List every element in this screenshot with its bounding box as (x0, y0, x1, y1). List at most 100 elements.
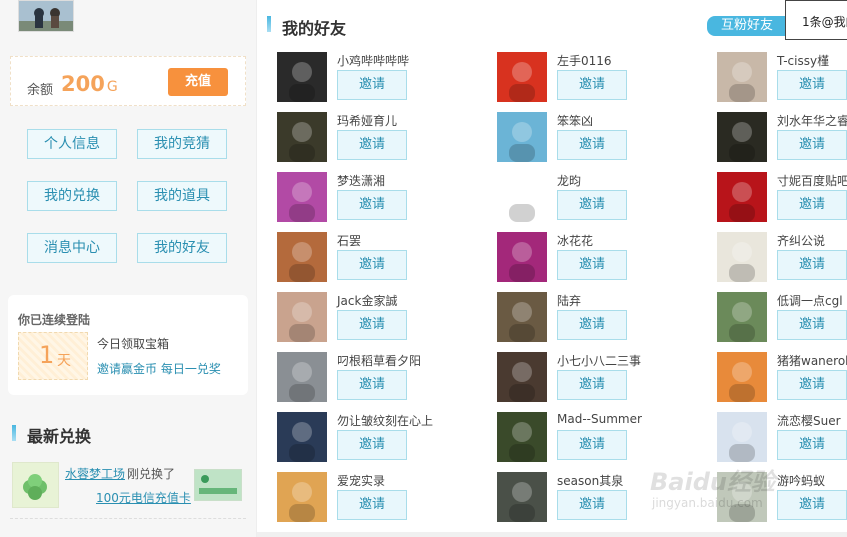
invite-button[interactable]: 邀请 (337, 490, 407, 520)
invite-button[interactable]: 邀请 (557, 130, 627, 160)
friend-name[interactable]: 勿让皱纹刻在心上 (337, 412, 433, 429)
friend-avatar[interactable] (497, 112, 547, 162)
menu-my-exchanges-button[interactable]: 我的兑换 (27, 181, 117, 211)
balance-box: 余额 200 G 充值 (10, 56, 246, 106)
latest-exchange-title: 最新兑换 (27, 427, 92, 446)
friend-avatar[interactable] (497, 352, 547, 402)
mutual-friends-tab[interactable]: 互粉好友 (707, 16, 787, 36)
invite-button[interactable]: 邀请 (337, 190, 407, 220)
friend-avatar[interactable] (497, 52, 547, 102)
friend-avatar[interactable] (277, 292, 327, 342)
telecom-card-image[interactable] (194, 469, 242, 501)
invite-button[interactable]: 邀请 (337, 430, 407, 460)
recharge-button[interactable]: 充值 (168, 68, 228, 96)
friend-name[interactable]: 小七小八二三事 (557, 352, 641, 369)
friend-avatar[interactable] (277, 472, 327, 522)
invite-button[interactable]: 邀请 (557, 370, 627, 400)
balance-amount: 200 G (61, 72, 118, 96)
friend-card: 寸妮百度贴吧 邀请 (717, 172, 847, 228)
invite-button[interactable]: 邀请 (777, 70, 847, 100)
invite-button[interactable]: 邀请 (337, 70, 407, 100)
invite-button[interactable]: 邀请 (777, 490, 847, 520)
login-streak-title: 你已连续登陆 (18, 313, 91, 327)
friend-name[interactable]: 石罢 (337, 232, 361, 249)
friend-card: 左手0116 邀请 (497, 52, 697, 108)
friend-card: 爱宠实录 邀请 (277, 472, 477, 528)
invite-reward-link[interactable]: 邀请赢金币 每日一兑奖 (97, 360, 221, 377)
friend-avatar[interactable] (497, 232, 547, 282)
friend-name[interactable]: 笨笨凶 (557, 112, 593, 129)
friend-name[interactable]: 小鸡哔哔哔哔 (337, 52, 409, 69)
friend-name[interactable]: season其泉 (557, 472, 623, 489)
friend-card: 猪猪wanerok 邀请 (717, 352, 847, 408)
friend-avatar[interactable] (717, 112, 767, 162)
friend-avatar[interactable] (717, 172, 767, 222)
friend-avatar[interactable] (497, 472, 547, 522)
invite-button[interactable]: 邀请 (557, 310, 627, 340)
invite-button[interactable]: 邀请 (777, 190, 847, 220)
friend-name[interactable]: 玛希娅育儿 (337, 112, 397, 129)
friend-avatar[interactable] (277, 352, 327, 402)
friend-name[interactable]: 龙昀 (557, 172, 581, 189)
friend-avatar[interactable] (497, 412, 547, 462)
invite-button[interactable]: 邀请 (777, 130, 847, 160)
friend-card: 龙昀 邀请 (497, 172, 697, 228)
exchange-user-image[interactable] (12, 462, 59, 508)
friend-avatar[interactable] (717, 352, 767, 402)
friend-name[interactable]: Mad--Summer (557, 412, 642, 426)
friend-name[interactable]: 陆弃 (557, 292, 581, 309)
friend-avatar[interactable] (277, 52, 327, 102)
friend-avatar[interactable] (277, 412, 327, 462)
friend-name[interactable]: 梦迭潇湘 (337, 172, 385, 189)
invite-button[interactable]: 邀请 (557, 430, 627, 460)
friend-avatar[interactable] (497, 292, 547, 342)
user-avatar[interactable] (18, 0, 74, 32)
friend-card: 小鸡哔哔哔哔 邀请 (277, 52, 477, 108)
friends-title: 我的好友 (282, 19, 347, 38)
friend-name[interactable]: 游吟蚂蚁 (777, 472, 825, 489)
friend-name[interactable]: 叼根稻草看夕阳 (337, 352, 421, 369)
friend-name[interactable]: 寸妮百度贴吧 (777, 172, 847, 189)
friend-avatar[interactable] (717, 412, 767, 462)
invite-button[interactable]: 邀请 (557, 190, 627, 220)
invite-button[interactable]: 邀请 (337, 250, 407, 280)
friend-name[interactable]: 爱宠实录 (337, 472, 385, 489)
invite-button[interactable]: 邀请 (777, 250, 847, 280)
friend-avatar[interactable] (717, 52, 767, 102)
invite-button[interactable]: 邀请 (337, 130, 407, 160)
invite-button[interactable]: 邀请 (777, 430, 847, 460)
friend-card: 勿让皱纹刻在心上 邀请 (277, 412, 477, 468)
friend-avatar[interactable] (277, 232, 327, 282)
menu-profile-button[interactable]: 个人信息 (27, 129, 117, 159)
menu-my-items-button[interactable]: 我的道具 (137, 181, 227, 211)
friend-card: 石罢 邀请 (277, 232, 477, 288)
friend-name[interactable]: 低调一点cgl (777, 292, 843, 309)
menu-my-bets-button[interactable]: 我的竞猜 (137, 129, 227, 159)
exchange-item-link[interactable]: 100元电信充值卡 (96, 489, 191, 506)
friend-name[interactable]: 流恋樱Suer (777, 412, 841, 429)
friend-name[interactable]: 刘水年华之睿 (777, 112, 847, 129)
menu-my-friends-button[interactable]: 我的好友 (137, 233, 227, 263)
mentions-popup[interactable]: 1条@我的 (785, 0, 847, 40)
invite-button[interactable]: 邀请 (557, 490, 627, 520)
friend-avatar[interactable] (717, 232, 767, 282)
friend-name[interactable]: Jack金家誠 (337, 292, 397, 309)
friend-name[interactable]: 左手0116 (557, 52, 612, 69)
invite-button[interactable]: 邀请 (337, 370, 407, 400)
friend-name[interactable]: 冰花花 (557, 232, 593, 249)
friend-name[interactable]: 齐纠公说 (777, 232, 825, 249)
invite-button[interactable]: 邀请 (337, 310, 407, 340)
friend-name[interactable]: T-cissy槿 (777, 52, 829, 69)
friend-avatar[interactable] (497, 172, 547, 222)
friend-avatar[interactable] (717, 292, 767, 342)
friend-avatar[interactable] (277, 172, 327, 222)
invite-button[interactable]: 邀请 (557, 70, 627, 100)
login-days-unit: 天 (57, 353, 71, 369)
invite-button[interactable]: 邀请 (777, 370, 847, 400)
invite-button[interactable]: 邀请 (777, 310, 847, 340)
exchange-user-link[interactable]: 水蓉梦工场 (65, 465, 125, 482)
friend-name[interactable]: 猪猪wanerok (777, 352, 847, 369)
friend-avatar[interactable] (277, 112, 327, 162)
menu-messages-button[interactable]: 消息中心 (27, 233, 117, 263)
invite-button[interactable]: 邀请 (557, 250, 627, 280)
